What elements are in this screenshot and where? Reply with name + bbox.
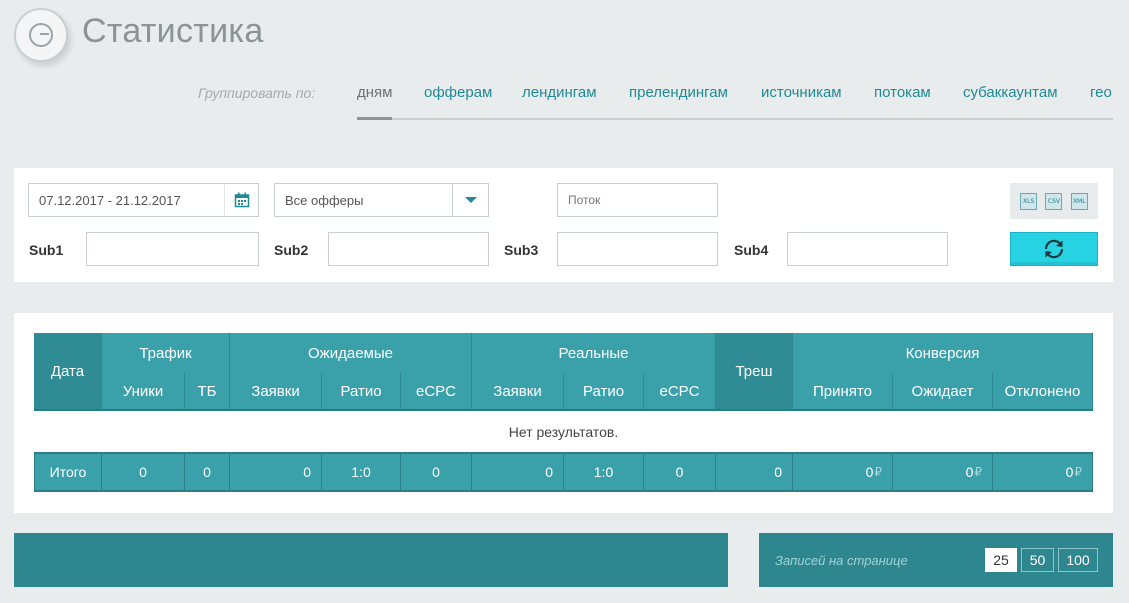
tab-subaccounts[interactable]: субаккаунтам <box>963 84 1058 101</box>
sub3-input[interactable] <box>557 232 718 266</box>
sub2-input[interactable] <box>328 232 489 266</box>
date-range-field[interactable]: 07.12.2017 - 21.12.2017 <box>28 183 259 217</box>
total-rejected-value: 0 <box>1065 464 1074 480</box>
total-tb: 0 <box>185 452 230 492</box>
export-xml-icon[interactable]: XML <box>1070 192 1088 210</box>
chevron-down-icon[interactable] <box>452 184 488 216</box>
calendar-icon[interactable] <box>224 184 258 216</box>
total-uniques: 0 <box>102 452 185 492</box>
col-trash-header[interactable]: Треш <box>716 333 793 411</box>
refresh-button[interactable] <box>1010 232 1098 266</box>
pagination-bar <box>14 533 728 587</box>
per-page-bar: Записей на странице 25 50 100 <box>759 533 1113 587</box>
col-accepted-header[interactable]: Принято <box>793 373 893 411</box>
tab-prelandings[interactable]: прелендингам <box>629 84 728 101</box>
offer-select[interactable]: Все офферы <box>274 183 489 217</box>
group-expected-header: Ожидаемые <box>230 333 472 373</box>
group-by-tabs: дням офферам лендингам прелендингам исто… <box>357 84 1113 120</box>
tab-offers[interactable]: офферам <box>424 84 492 101</box>
total-trash: 0 <box>716 452 793 492</box>
sub4-input[interactable] <box>787 232 948 266</box>
currency-sign: ₽ <box>1074 465 1082 479</box>
col-expected-leads-header[interactable]: Заявки <box>230 373 322 411</box>
total-real-ratio: 1:0 <box>564 452 644 492</box>
per-page-25-button[interactable]: 25 <box>985 548 1017 572</box>
group-real-header: Реальные <box>472 333 716 373</box>
total-real-leads: 0 <box>472 452 564 492</box>
group-by-label: Группировать по: <box>198 85 316 101</box>
per-page-100-button[interactable]: 100 <box>1058 548 1098 572</box>
col-expected-ecpc-header[interactable]: eCPC <box>401 373 472 411</box>
tab-days[interactable]: дням <box>357 84 393 120</box>
total-expected-ratio: 1:0 <box>322 452 401 492</box>
sub2-label: Sub2 <box>274 242 309 258</box>
col-rejected-header[interactable]: Отклонено <box>993 373 1093 411</box>
stats-table-panel: Дата Трафик Ожидаемые Реальные Треш Конв… <box>14 313 1113 513</box>
col-real-leads-header[interactable]: Заявки <box>472 373 564 411</box>
sub4-label: Sub4 <box>734 242 769 258</box>
logo-icon <box>29 23 53 47</box>
offer-select-value: Все офферы <box>285 192 364 208</box>
total-pending-value: 0 <box>965 464 974 480</box>
export-buttons: XLS CSV XML <box>1010 183 1098 219</box>
date-range-value: 07.12.2017 - 21.12.2017 <box>39 192 181 208</box>
col-tb-header[interactable]: ТБ <box>185 373 230 411</box>
group-conversion-header: Конверсия <box>793 333 1093 373</box>
export-xls-icon[interactable]: XLS <box>1020 192 1038 210</box>
col-real-ratio-header[interactable]: Ратио <box>564 373 644 411</box>
total-rejected: 0 ₽ <box>993 452 1093 492</box>
total-expected-leads: 0 <box>230 452 322 492</box>
tab-sources[interactable]: источникам <box>761 84 842 101</box>
stream-input[interactable] <box>557 183 718 217</box>
currency-sign: ₽ <box>974 465 982 479</box>
tab-streams[interactable]: потокам <box>874 84 931 101</box>
per-page-50-button[interactable]: 50 <box>1021 548 1054 572</box>
total-accepted-value: 0 <box>865 464 874 480</box>
page-title: Статистика <box>82 12 264 50</box>
total-expected-ecpc: 0 <box>401 452 472 492</box>
empty-message: Нет результатов. <box>508 424 619 440</box>
col-expected-ratio-header[interactable]: Ратио <box>322 373 401 411</box>
tab-landings[interactable]: лендингам <box>522 84 597 101</box>
col-date-header[interactable]: Дата <box>34 333 102 411</box>
refresh-icon <box>1044 239 1064 259</box>
per-page-label: Записей на странице <box>775 553 908 568</box>
col-real-ecpc-header[interactable]: eCPC <box>644 373 716 411</box>
currency-sign: ₽ <box>874 465 882 479</box>
total-accepted: 0 ₽ <box>793 452 893 492</box>
col-uniques-header[interactable]: Уники <box>102 373 185 411</box>
col-pending-header[interactable]: Ожидает <box>893 373 993 411</box>
sub1-input[interactable] <box>86 232 259 266</box>
app-logo[interactable] <box>14 8 68 62</box>
sub1-label: Sub1 <box>29 242 64 258</box>
filter-panel: 07.12.2017 - 21.12.2017 Все офферы Sub1 … <box>14 168 1113 282</box>
group-traffic-header: Трафик <box>102 333 230 373</box>
total-pending: 0 ₽ <box>893 452 993 492</box>
totals-label: Итого <box>34 452 102 492</box>
total-real-ecpc: 0 <box>644 452 716 492</box>
sub3-label: Sub3 <box>504 242 539 258</box>
tab-geo[interactable]: гео <box>1090 84 1112 101</box>
export-csv-icon[interactable]: CSV <box>1045 192 1063 210</box>
